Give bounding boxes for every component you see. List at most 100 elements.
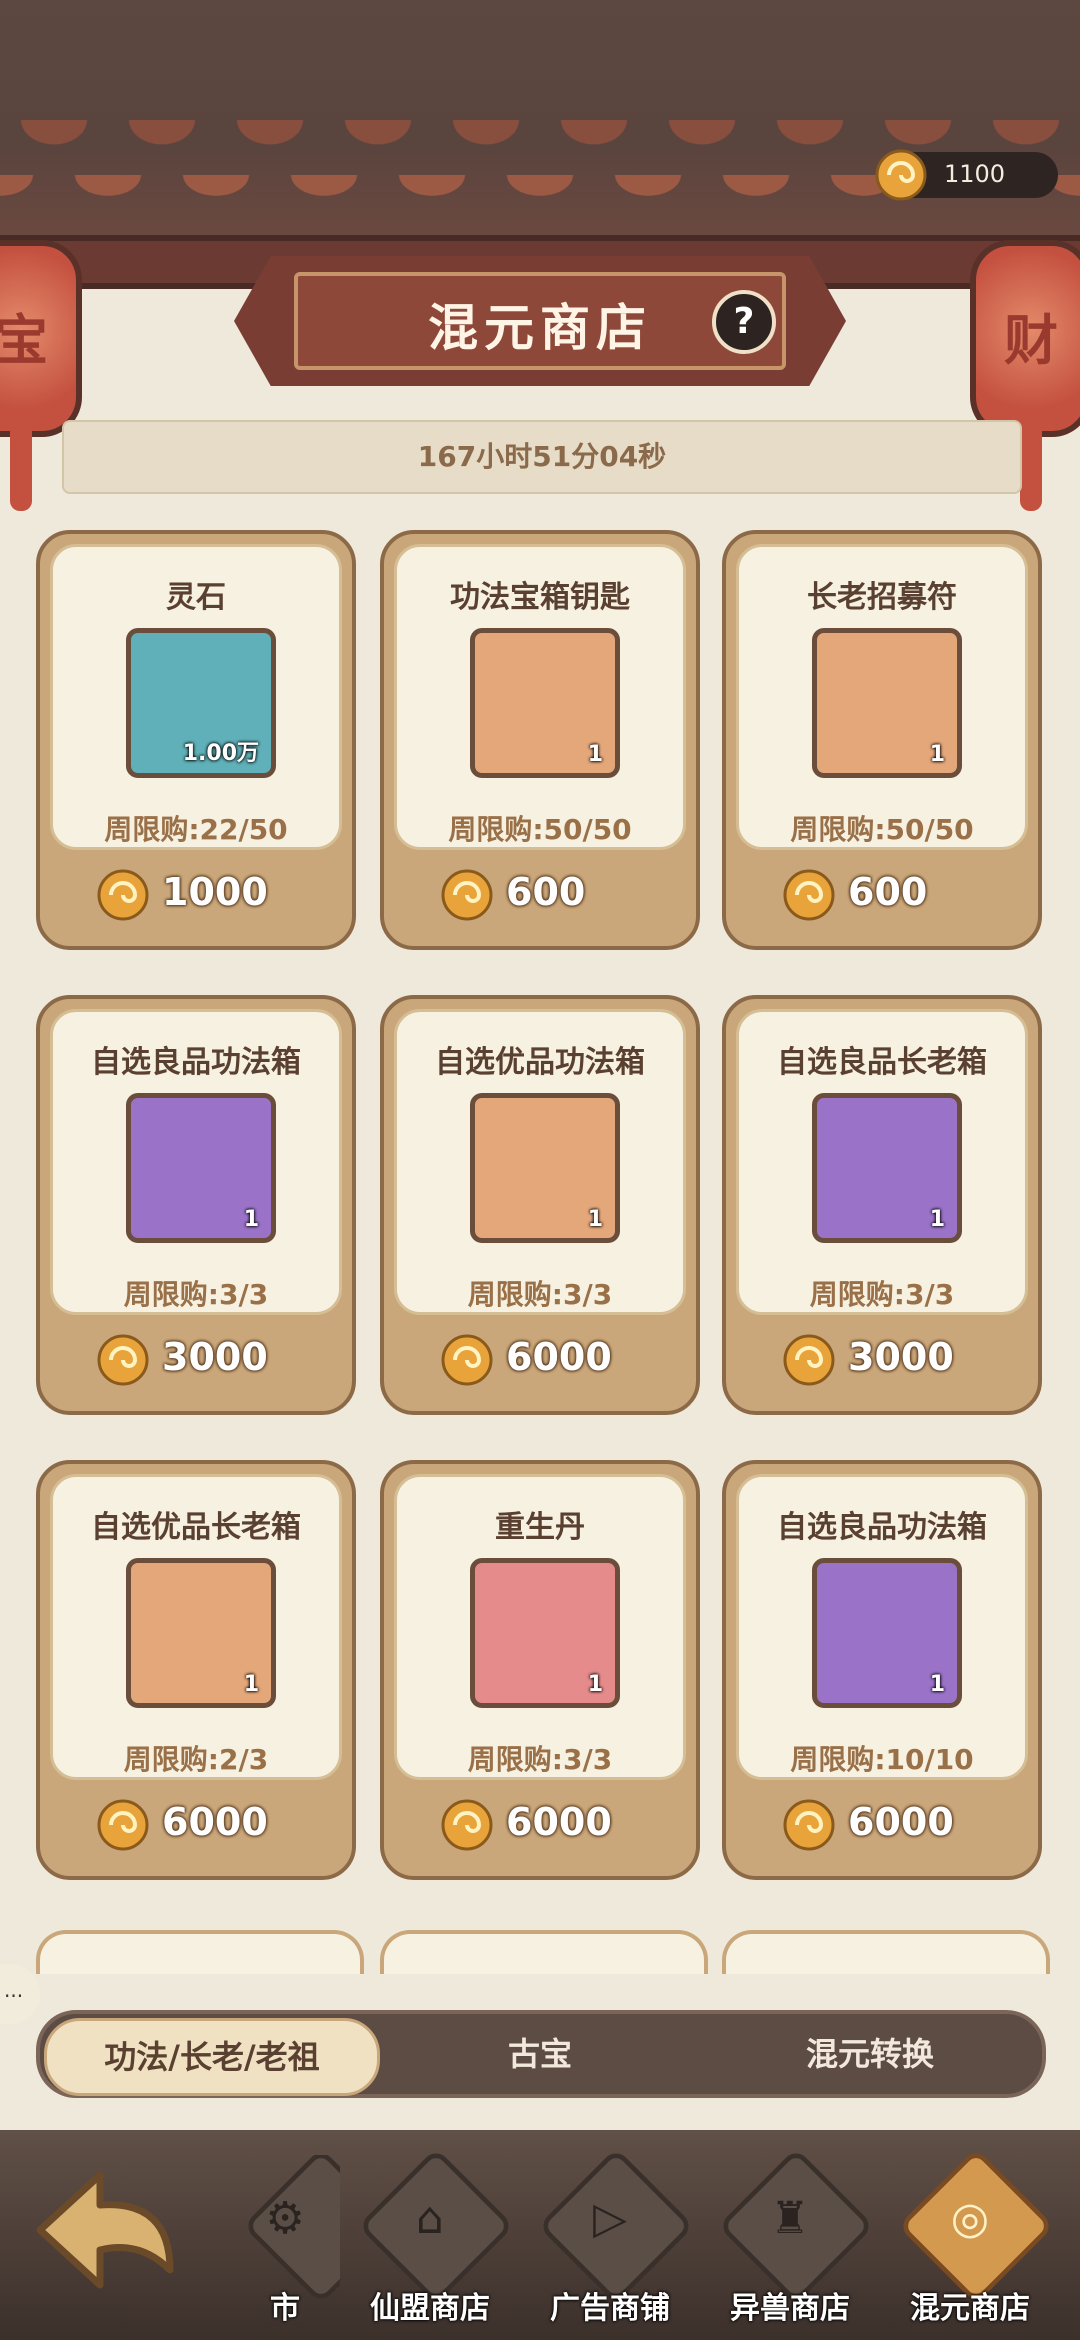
lantern-tassel: [10, 431, 32, 511]
tab-gongfa-elder-ancestor[interactable]: 功法/长老/老祖: [44, 2018, 380, 2096]
item-name: 长老招募符: [807, 580, 957, 615]
coin-icon: [782, 1333, 836, 1387]
beast-shop-icon: ♜: [770, 2193, 810, 2244]
purchase-limit: 周限购:22/50: [104, 813, 288, 846]
nav-beast-shop-label: 异兽商店: [730, 2291, 850, 2326]
nav-ad-shop[interactable]: ▷ 广告商铺: [525, 2147, 695, 2335]
puzzle-chest-icon: 1: [126, 1558, 276, 1708]
coin-icon: [874, 148, 928, 202]
item-name: 自选良品功法箱: [777, 1510, 987, 1545]
market-icon: ⚙: [265, 2193, 305, 2244]
lantern-right-glyph: 财: [1004, 309, 1058, 372]
nav-market[interactable]: ⚙ 市: [230, 2155, 340, 2335]
price-button[interactable]: 6000: [380, 1325, 700, 1395]
nav-guild-shop[interactable]: ⌂ 仙盟商店: [345, 2147, 515, 2335]
back-button[interactable]: [30, 2160, 180, 2300]
item-quantity: 1: [929, 1207, 945, 1232]
chat-bubble-dots: ···: [4, 1984, 24, 2008]
coin-icon: [440, 1798, 494, 1852]
tab-hunyuan-exchange[interactable]: 混元转换: [710, 2018, 1030, 2090]
shop-item-card[interactable]: 自选良品功法箱 1 周限购:3/3 3000: [36, 995, 356, 1415]
treasure-chest-icon: 1: [470, 1093, 620, 1243]
item-name: 自选优品功法箱: [435, 1045, 645, 1080]
item-name: 自选良品功法箱: [91, 1045, 301, 1080]
purchase-limit: 周限购:3/3: [123, 1278, 269, 1311]
nav-beast-shop[interactable]: ♜ 异兽商店: [705, 2147, 875, 2335]
purchase-limit: 周限购:50/50: [448, 813, 632, 846]
card-peek: [380, 1930, 708, 1974]
golden-key-icon: 1: [470, 628, 620, 778]
price-button[interactable]: 6000: [722, 1790, 1042, 1860]
price-button[interactable]: 3000: [722, 1325, 1042, 1395]
price-button[interactable]: 600: [380, 860, 700, 930]
shop-item-card[interactable]: 重生丹 1 周限购:3/3 6000: [380, 1460, 700, 1880]
talisman-icon: 1: [812, 628, 962, 778]
lantern-right: 财: [970, 240, 1080, 511]
chat-bubble-button[interactable]: ···: [0, 1964, 40, 2024]
price-button[interactable]: 6000: [36, 1790, 356, 1860]
item-price: 6000: [162, 1800, 268, 1844]
purchase-limit: 周限购:3/3: [467, 1278, 613, 1311]
coin-icon: [96, 868, 150, 922]
purchase-limit: 周限购:2/3: [123, 1743, 269, 1776]
currency-display: 1100: [875, 149, 1058, 201]
nav-hunyuan-shop[interactable]: ◎ 混元商店: [885, 2147, 1055, 2335]
item-price: 600: [506, 870, 586, 914]
lantern-left: 宝: [0, 240, 82, 511]
guild-shop-icon: ⌂: [416, 2193, 444, 2244]
item-quantity: 1: [929, 742, 945, 767]
hunyuan-orb-icon: ◎: [950, 2193, 990, 2244]
coin-icon: [96, 1798, 150, 1852]
price-button[interactable]: 1000: [36, 860, 356, 930]
lantern-left-glyph: 宝: [0, 309, 48, 372]
item-price: 3000: [162, 1335, 268, 1379]
item-quantity: 1: [243, 1672, 259, 1697]
back-arrow-icon: [36, 2171, 174, 2289]
shop-item-card[interactable]: 功法宝箱钥匙 1 周限购:50/50 600: [380, 530, 700, 950]
roof-background: [0, 0, 1080, 289]
item-price: 6000: [506, 1335, 612, 1379]
purchase-limit: 周限购:10/10: [790, 1743, 974, 1776]
spirit-stone-icon: 1.00万: [126, 628, 276, 778]
coin-icon: [96, 1333, 150, 1387]
item-price: 3000: [848, 1335, 954, 1379]
item-price: 6000: [506, 1800, 612, 1844]
item-name: 自选良品长老箱: [777, 1045, 987, 1080]
shop-item-card[interactable]: 自选良品功法箱 1 周限购:10/10 6000: [722, 1460, 1042, 1880]
shop-item-card[interactable]: 灵石 1.00万周限购:22/50 1000: [36, 530, 356, 950]
item-quantity: 1: [587, 742, 603, 767]
shop-item-card[interactable]: 自选优品功法箱 1 周限购:3/3 6000: [380, 995, 700, 1415]
nav-market-label: 市: [270, 2291, 300, 2326]
item-name: 功法宝箱钥匙: [450, 580, 630, 615]
item-name: 灵石: [166, 580, 226, 615]
item-price: 600: [848, 870, 928, 914]
price-button[interactable]: 3000: [36, 1325, 356, 1395]
item-quantity: 1: [587, 1207, 603, 1232]
item-quantity: 1: [587, 1672, 603, 1697]
item-price: 1000: [162, 870, 268, 914]
shop-item-card[interactable]: 自选优品长老箱 1 周限购:2/3 6000: [36, 1460, 356, 1880]
shop-title-plate: 混元商店 ?: [234, 256, 846, 386]
shop-item-card[interactable]: 自选良品长老箱 1 周限购:3/3 3000: [722, 995, 1042, 1415]
purchase-limit: 周限购:3/3: [467, 1743, 613, 1776]
card-peek: [722, 1930, 1050, 1974]
coin-icon: [440, 1333, 494, 1387]
video-ad-icon: ▷: [593, 2193, 627, 2244]
item-quantity: 1: [243, 1207, 259, 1232]
card-peek: [36, 1930, 364, 1974]
purchase-limit: 周限购:50/50: [790, 813, 974, 846]
coin-icon: [782, 1798, 836, 1852]
rebirth-pill-icon: 1: [470, 1558, 620, 1708]
treasure-chest-icon: 1: [812, 1558, 962, 1708]
price-button[interactable]: 600: [722, 860, 1042, 930]
coin-icon: [440, 868, 494, 922]
item-price: 6000: [848, 1800, 954, 1844]
shop-item-card[interactable]: 长老招募符 1 周限购:50/50 600: [722, 530, 1042, 950]
category-tab-bar: 功法/长老/老祖 古宝 混元转换: [36, 2010, 1046, 2098]
price-button[interactable]: 6000: [380, 1790, 700, 1860]
treasure-chest-icon: 1: [126, 1093, 276, 1243]
tab-ancient-treasure[interactable]: 古宝: [380, 2018, 700, 2090]
currency-amount: 1100: [944, 160, 1006, 188]
purchase-limit: 周限购:3/3: [809, 1278, 955, 1311]
help-button[interactable]: ?: [712, 290, 776, 354]
